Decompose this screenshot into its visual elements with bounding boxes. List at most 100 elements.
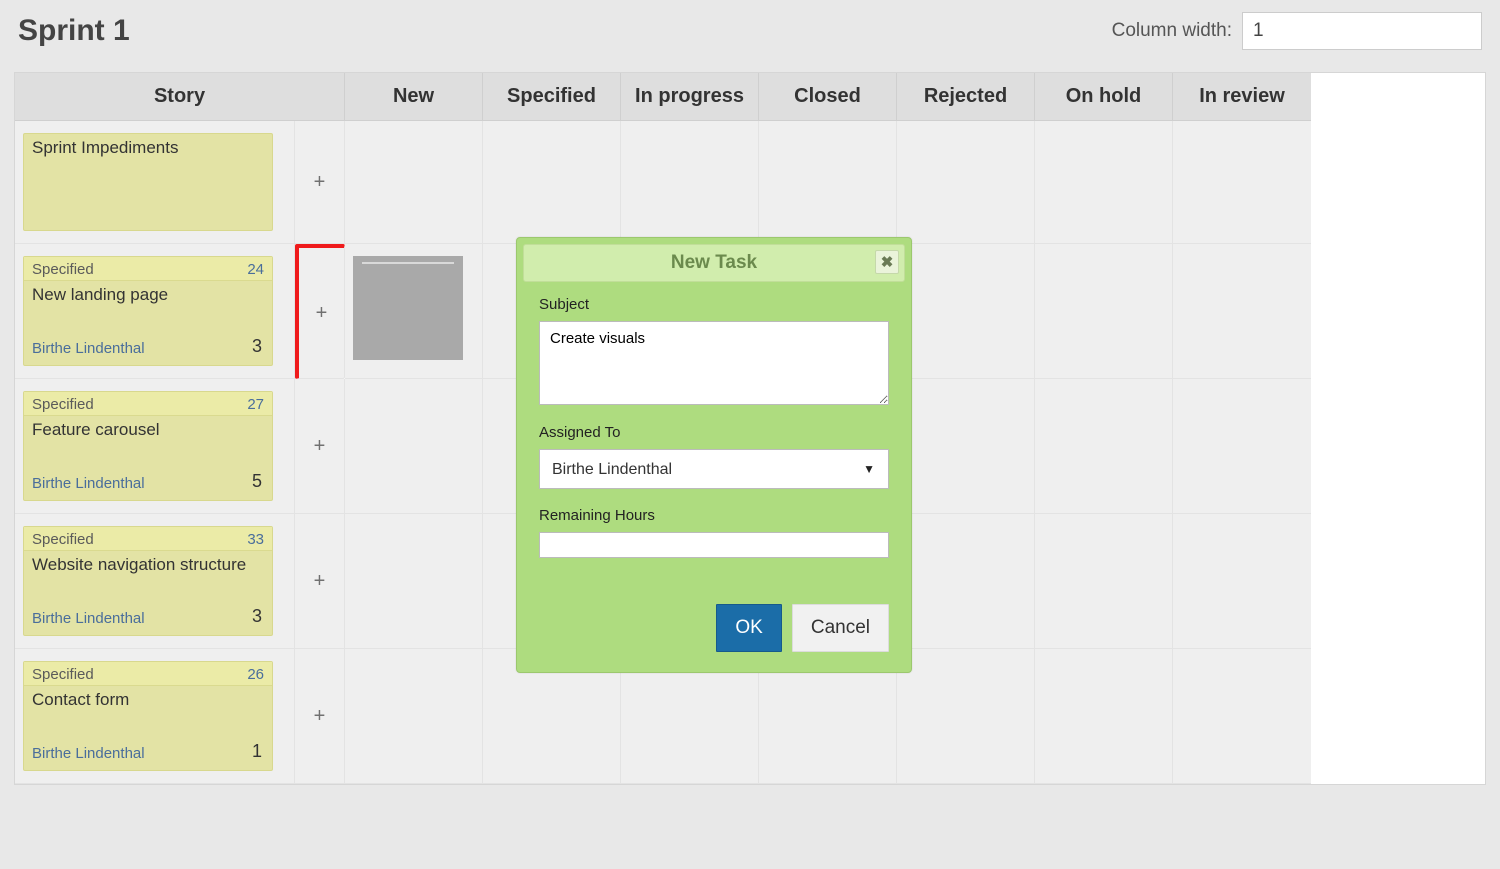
story-meta: Birthe Lindenthal 5 (24, 463, 272, 500)
board-header: Story New Specified In progress Closed R… (15, 73, 1485, 121)
story-cell: Specified 33 Website navigation structure B… (15, 514, 295, 649)
column-header-onhold: On hold (1035, 73, 1173, 121)
story-status: Specified (32, 666, 94, 683)
add-task-button[interactable]: + (295, 379, 345, 514)
cancel-button[interactable]: Cancel (792, 604, 889, 652)
remaining-hours-input[interactable] (539, 532, 889, 558)
story-card[interactable]: Sprint Impediments (23, 133, 273, 231)
column-header-rejected: Rejected (897, 73, 1035, 121)
board-cell[interactable] (483, 121, 621, 244)
board-row: Sprint Impediments + (15, 121, 1485, 244)
board-cell[interactable] (759, 121, 897, 244)
dialog-actions: OK Cancel (523, 604, 905, 666)
close-button[interactable]: ✖ (875, 250, 899, 274)
story-status: Specified (32, 396, 94, 413)
task-card-placeholder[interactable] (353, 256, 463, 360)
story-status-row: Specified 33 (24, 527, 272, 551)
column-header-inprogress: In progress (621, 73, 759, 121)
board-cell[interactable] (345, 649, 483, 784)
story-cell: Specified26Contact formBirthe Lindenthal… (15, 649, 295, 784)
board-cell[interactable] (621, 121, 759, 244)
column-width-input[interactable] (1242, 12, 1482, 50)
dialog-title: New Task (671, 252, 757, 274)
story-meta: Birthe Lindenthal 3 (24, 598, 272, 635)
story-points: 1 (252, 741, 262, 762)
board-cell[interactable] (897, 121, 1035, 244)
column-width-control: Column width: (1112, 12, 1482, 50)
column-header-specified: Specified (483, 73, 621, 121)
story-card[interactable]: Specified 33 Website navigation structure B… (23, 526, 273, 636)
story-status-row: Specified 27 (24, 392, 272, 416)
story-id[interactable]: 33 (247, 531, 264, 548)
story-status-row: Specified 24 (24, 257, 272, 281)
story-assignee[interactable]: Birthe Lindenthal (32, 475, 145, 492)
board-cell[interactable] (345, 244, 483, 379)
story-id[interactable]: 24 (247, 261, 264, 278)
column-width-label: Column width: (1112, 20, 1232, 42)
ok-button[interactable]: OK (716, 604, 781, 652)
board-cell[interactable] (1173, 379, 1311, 514)
column-header-inreview: In review (1173, 73, 1311, 121)
story-assignee[interactable]: Birthe Lindenthal (32, 745, 145, 762)
board-cell[interactable] (1035, 514, 1173, 649)
story-title: Website navigation structure (24, 551, 272, 577)
dialog-body: Subject Assigned To Birthe Lindenthal ▼ … (523, 292, 905, 604)
story-points: 3 (252, 606, 262, 627)
subject-input[interactable] (539, 321, 889, 405)
story-status-row: Specified 26 (24, 662, 272, 686)
page-title: Sprint 1 (18, 14, 130, 48)
dialog-header[interactable]: New Task ✖ (523, 244, 905, 282)
board-cell[interactable] (1173, 649, 1311, 784)
story-cell: Specified24New landing pageBirthe Linden… (15, 244, 295, 379)
story-title: Feature carousel (24, 416, 272, 442)
board-cell[interactable] (1173, 121, 1311, 244)
plus-icon: + (316, 302, 328, 325)
add-task-button[interactable]: + (295, 121, 345, 244)
board-cell[interactable] (1035, 121, 1173, 244)
board-cell[interactable] (897, 649, 1035, 784)
board-cell[interactable] (897, 379, 1035, 514)
board-cell[interactable] (1035, 244, 1173, 379)
board-cell[interactable] (1035, 649, 1173, 784)
story-id[interactable]: 27 (247, 396, 264, 413)
plus-icon: + (314, 435, 326, 458)
story-card[interactable]: Specified26Contact formBirthe Lindenthal… (23, 661, 273, 771)
board-cell[interactable] (897, 244, 1035, 379)
board-cell[interactable] (1173, 514, 1311, 649)
board-cell[interactable] (1035, 379, 1173, 514)
story-meta: Birthe Lindenthal 1 (24, 733, 272, 770)
add-task-button[interactable]: + (295, 514, 345, 649)
board-cell[interactable] (345, 121, 483, 244)
story-id[interactable]: 26 (247, 666, 264, 683)
story-status: Specified (32, 531, 94, 548)
story-points: 3 (252, 336, 262, 357)
add-task-button[interactable]: + (295, 649, 345, 784)
story-assignee[interactable]: Birthe Lindenthal (32, 340, 145, 357)
board-cell[interactable] (1173, 244, 1311, 379)
assigned-to-label: Assigned To (539, 424, 889, 441)
new-task-dialog: New Task ✖ Subject Assigned To Birthe Li… (516, 237, 912, 673)
column-header-new: New (345, 73, 483, 121)
story-assignee[interactable]: Birthe Lindenthal (32, 610, 145, 627)
column-header-closed: Closed (759, 73, 897, 121)
assigned-to-select[interactable]: Birthe Lindenthal (539, 449, 889, 489)
board-cell[interactable] (345, 514, 483, 649)
topbar: Sprint 1 Column width: (14, 12, 1486, 50)
story-title: Sprint Impediments (24, 134, 272, 160)
subject-label: Subject (539, 296, 889, 313)
story-status: Specified (32, 261, 94, 278)
story-points: 5 (252, 471, 262, 492)
remaining-hours-label: Remaining Hours (539, 507, 889, 524)
plus-icon: + (314, 705, 326, 728)
plus-icon: + (314, 570, 326, 593)
plus-icon: + (314, 171, 326, 194)
story-cell: Sprint Impediments (15, 121, 295, 244)
story-card[interactable]: Specified24New landing pageBirthe Linden… (23, 256, 273, 366)
story-meta: Birthe Lindenthal 3 (24, 328, 272, 365)
story-cell: Specified 27 Feature carousel Birthe Linden… (15, 379, 295, 514)
close-icon: ✖ (881, 253, 894, 271)
board-cell[interactable] (897, 514, 1035, 649)
board-cell[interactable] (345, 379, 483, 514)
story-card[interactable]: Specified 27 Feature carousel Birthe Linden… (23, 391, 273, 501)
add-task-button[interactable]: + (295, 244, 345, 379)
